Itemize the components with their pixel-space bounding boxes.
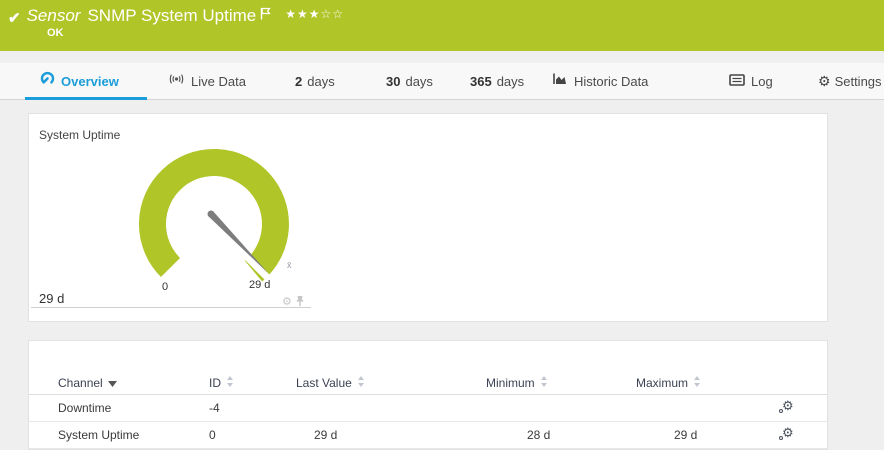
channel-settings-icon[interactable]: ⚙ xyxy=(779,398,795,416)
object-kind-label: Sensor xyxy=(26,6,81,25)
flag-icon[interactable] xyxy=(260,7,271,25)
gauge-panel: System Uptime x̄ 0 29 d 29 d ⚙ xyxy=(28,113,828,322)
status-badge: OK xyxy=(47,27,64,39)
sort-desc-icon xyxy=(107,376,117,390)
tab-live-data-label: Live Data xyxy=(191,74,246,89)
column-header-maximum-label: Maximum xyxy=(636,375,689,390)
channel-settings-icon[interactable]: ⚙ xyxy=(779,425,795,443)
column-header-minimum-label: Minimum xyxy=(486,375,535,390)
tab-30-days-number: 30 xyxy=(386,74,401,89)
column-header-last-value-label: Last Value xyxy=(296,375,352,390)
broadcast-icon xyxy=(168,63,185,100)
table-row[interactable]: System Uptime 0 29 d 28 d 29 d ⚙ xyxy=(29,422,827,449)
tab-30-days[interactable]: 30 days xyxy=(386,63,433,100)
cell-id: 0 xyxy=(209,428,216,442)
cell-last-value: 29 d xyxy=(314,428,338,442)
table-header-row: Channel ID Last Value Minimum Maximum xyxy=(29,371,827,395)
column-header-channel[interactable]: Channel xyxy=(58,376,209,390)
column-header-last-value[interactable]: Last Value xyxy=(296,375,486,391)
tab-historic-data-label: Historic Data xyxy=(574,74,649,89)
column-header-minimum[interactable]: Minimum xyxy=(486,375,636,391)
sort-icon xyxy=(693,375,701,391)
stars-empty: ☆☆ xyxy=(320,7,345,21)
cell-id: -4 xyxy=(209,401,220,415)
column-header-maximum[interactable]: Maximum xyxy=(636,375,779,391)
gauge-marker-label: x̄ xyxy=(287,260,292,270)
cell-channel[interactable]: Downtime xyxy=(58,401,209,415)
tab-365-days[interactable]: 365 days xyxy=(470,63,524,100)
gauge-settings-gear-icon[interactable]: ⚙ xyxy=(282,295,292,310)
stars-filled: ★★★ xyxy=(285,7,321,21)
tab-30-days-label: days xyxy=(405,74,433,89)
active-tab-indicator xyxy=(25,97,147,100)
sort-icon xyxy=(357,375,365,391)
gauge-divider xyxy=(31,307,311,308)
sort-icon xyxy=(540,375,548,391)
status-check-icon: ✔ xyxy=(8,10,21,27)
gauge-pin-icon[interactable] xyxy=(295,295,305,310)
tab-365-days-label: days xyxy=(496,74,525,89)
priority-star-rating[interactable]: ★★★☆☆ xyxy=(285,7,344,21)
tab-overview[interactable]: Overview xyxy=(40,63,119,100)
gauge-current-value: 29 d xyxy=(39,291,65,306)
cell-maximum: 29 d xyxy=(674,428,698,442)
column-header-channel-label: Channel xyxy=(58,375,103,390)
tab-settings[interactable]: ⚙ Settings xyxy=(818,63,882,100)
chart-icon xyxy=(552,63,568,100)
tab-log[interactable]: Log xyxy=(729,63,773,100)
tab-live-data[interactable]: Live Data xyxy=(168,63,246,100)
table-row[interactable]: Downtime -4 ⚙ xyxy=(29,395,827,422)
tab-historic-data[interactable]: Historic Data xyxy=(552,63,648,100)
cell-channel[interactable]: System Uptime xyxy=(58,428,209,442)
column-header-id[interactable]: ID xyxy=(209,375,296,391)
log-icon xyxy=(729,63,745,100)
channels-table: Channel ID Last Value Minimum Maximum Do… xyxy=(29,371,827,449)
page-title: SNMP System Uptime xyxy=(87,6,257,25)
tab-bar: Overview Live Data 2 days 30 days 365 days … xyxy=(0,63,884,100)
channels-panel: Channel ID Last Value Minimum Maximum Do… xyxy=(28,340,828,450)
uptime-gauge-chart xyxy=(139,149,289,284)
gear-icon: ⚙ xyxy=(818,72,831,89)
tab-2-days-label: days xyxy=(307,74,335,89)
gauge-scale-max: 29 d xyxy=(249,279,271,291)
gauge-icon xyxy=(40,63,55,100)
cell-minimum: 28 d xyxy=(527,428,551,442)
tab-overview-label: Overview xyxy=(61,74,119,89)
tab-settings-label: Settings xyxy=(834,74,882,89)
tab-log-label: Log xyxy=(751,74,773,89)
gauge-scale-min: 0 xyxy=(162,281,169,293)
tab-2-days[interactable]: 2 days xyxy=(295,63,335,100)
sensor-header: ✔ Sensor SNMP System Uptime ★★★☆☆ OK xyxy=(0,0,884,51)
column-header-id-label: ID xyxy=(209,375,221,390)
tab-2-days-number: 2 xyxy=(295,74,303,89)
sort-icon xyxy=(226,375,234,391)
tab-365-days-number: 365 xyxy=(470,74,492,89)
